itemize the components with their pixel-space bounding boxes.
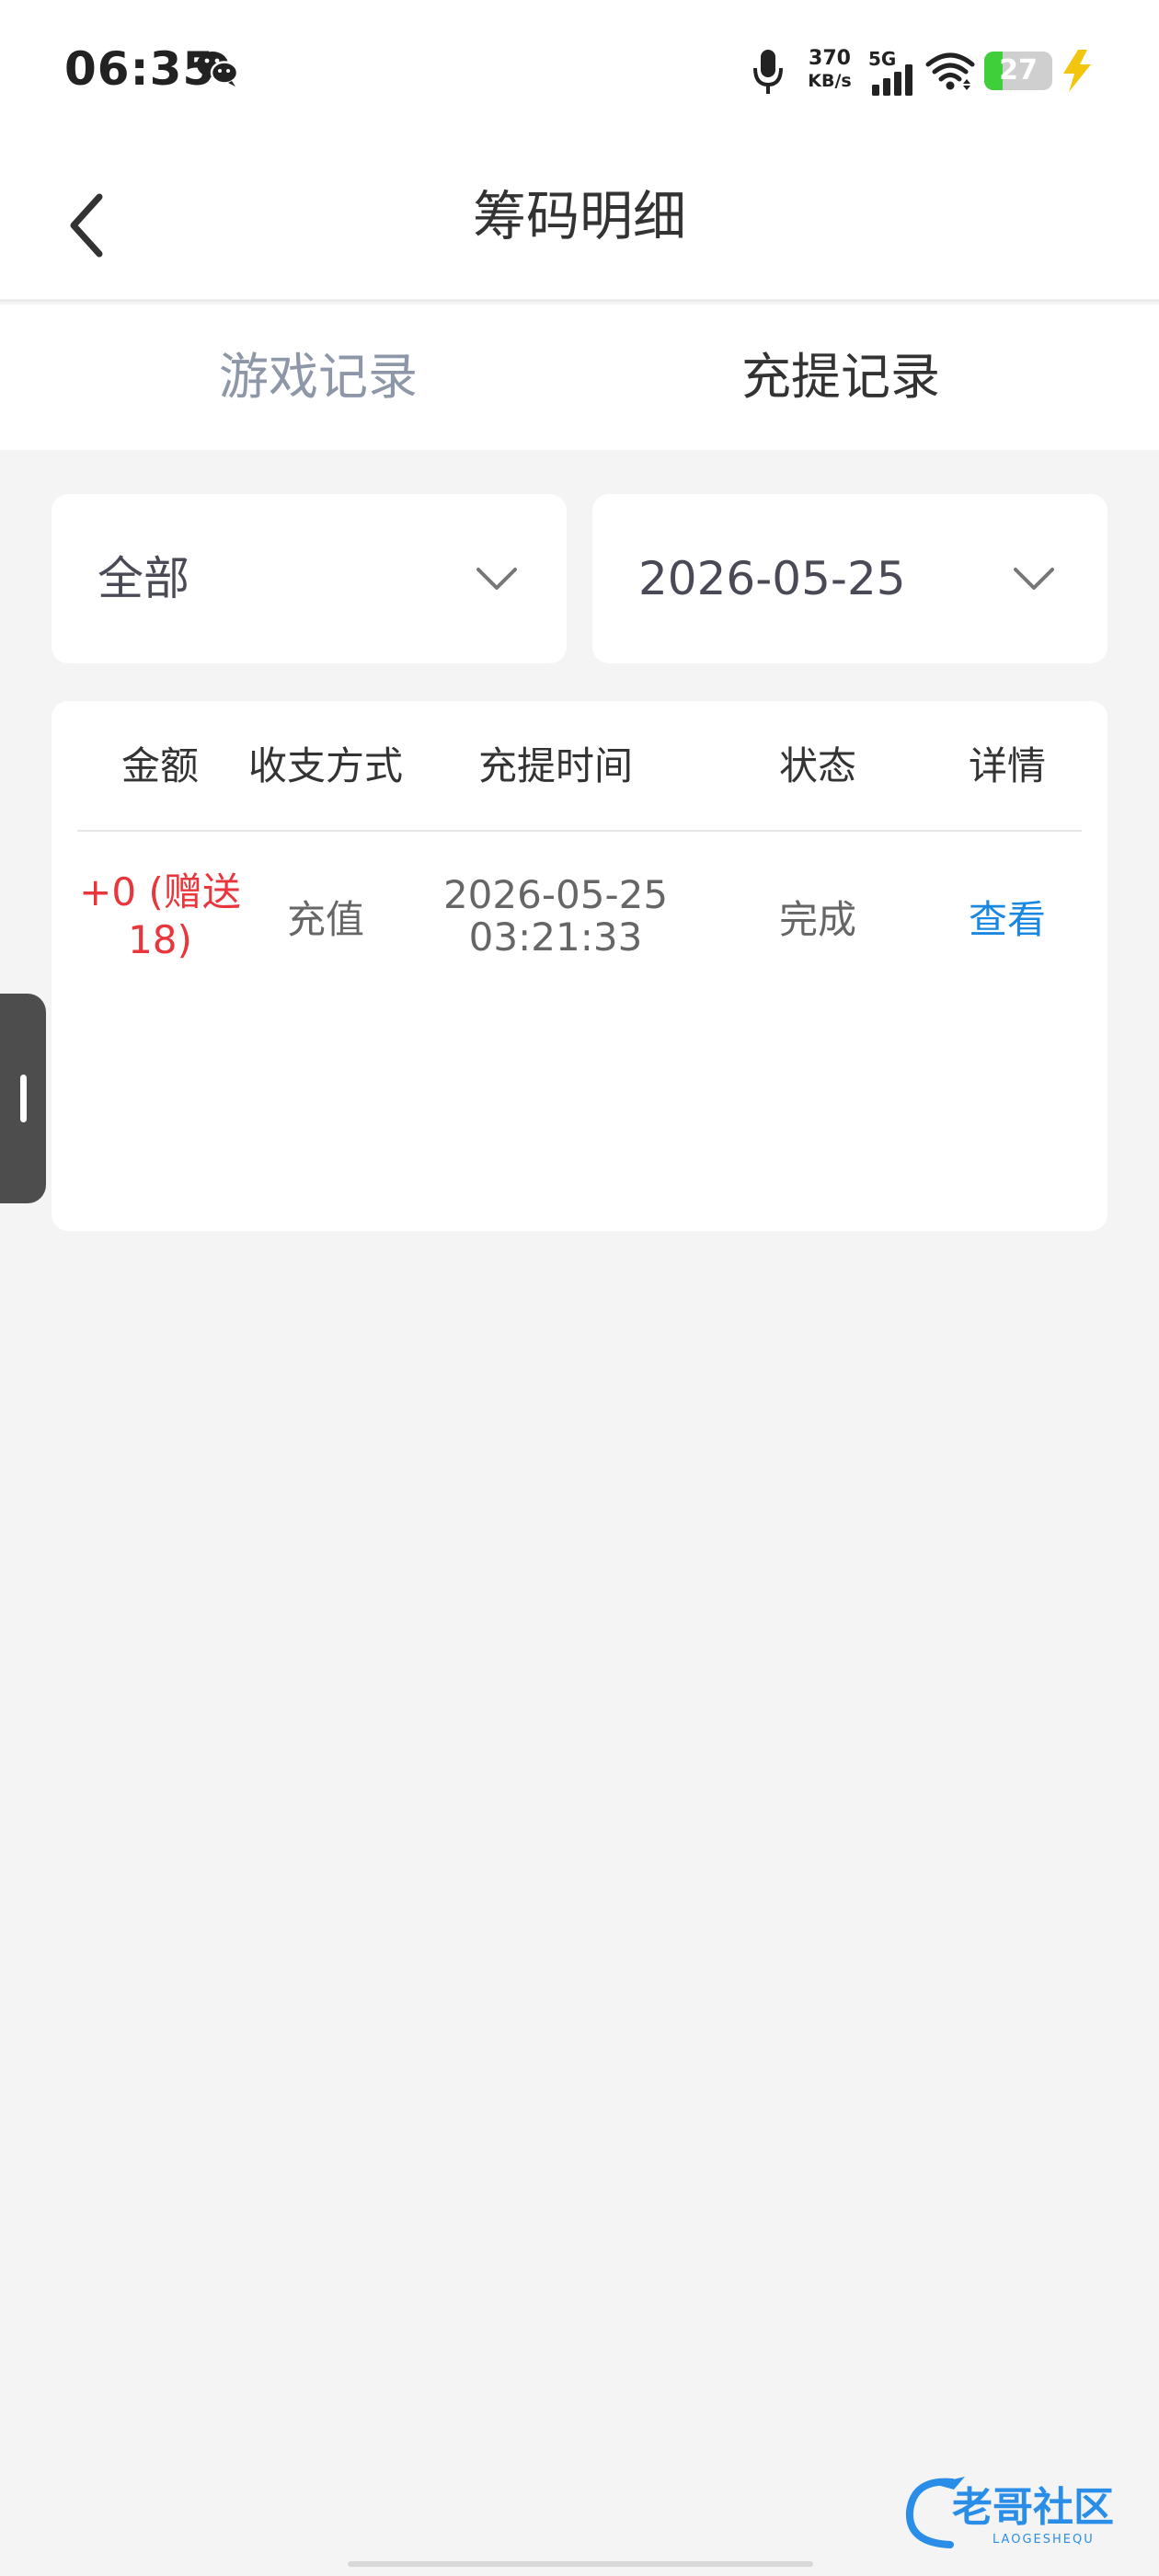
nav-bar: 筹码明细 [0,147,1159,302]
row-time-clock: 03:21:33 [468,914,643,960]
row-time-date: 2026-05-25 [442,872,669,917]
date-filter-dropdown[interactable]: 2026-05-25 [592,494,1107,663]
row-status: 完成 [778,896,856,942]
charging-icon [1063,50,1091,92]
records-card: 金额 收支方式 充提时间 状态 详情 +0 (赠送18) 充值 2026-05-… [52,701,1107,1231]
cellular-signal: 5G [868,48,914,96]
column-header-time: 充提时间 [477,743,633,788]
watermark-subtitle: LAOGESHEQU [993,2533,1095,2547]
status-time: 06:35 [64,42,216,96]
screen: 06:35 370 KB/s 5G 27 筹码明细 游戏记录 充提记录 全部 2… [0,0,1159,2576]
net-speed: 370 KB/s [802,48,857,92]
row-amount: +0 (赠送18) [79,869,241,962]
column-header-method: 收支方式 [247,743,403,788]
net-speed-value: 370 [809,47,851,70]
type-filter-dropdown[interactable]: 全部 [52,494,567,663]
side-handle-grip [20,1075,27,1122]
column-header-amount: 金额 [120,743,199,788]
page-title: 筹码明细 [472,185,686,247]
mic-icon [753,50,783,94]
column-header-detail: 详情 [968,743,1046,788]
view-detail-link[interactable]: 查看 [933,834,1082,999]
watermark-title: 老哥社区 [952,2484,1114,2531]
floating-side-handle[interactable] [0,994,46,1203]
home-indicator [348,2561,813,2567]
signal-icon [872,64,912,96]
wechat-icon [197,52,239,86]
status-bar: 06:35 370 KB/s 5G 27 [0,0,1159,147]
table-header: 金额 收支方式 充提时间 状态 详情 [77,701,1082,832]
chevron-down-icon [476,568,517,590]
row-time: 2026-05-25 03:21:33 [408,834,703,999]
battery-icon: 27 [984,52,1052,90]
battery-level: 27 [999,54,1038,86]
column-header-status: 状态 [778,743,856,788]
tab-recharge-records[interactable]: 充提记录 [611,305,1071,450]
net-speed-unit: KB/s [808,71,852,91]
chevron-down-icon [1014,568,1054,590]
date-filter-value: 2026-05-25 [638,552,906,605]
wifi-icon [925,52,975,90]
watermark-logo: 老哥社区 LAOGESHEQU [905,2477,1114,2548]
row-method: 充值 [286,896,364,942]
tab-game-records[interactable]: 游戏记录 [88,305,548,450]
type-filter-value: 全部 [98,552,189,605]
table-row: +0 (赠送18) 充值 2026-05-25 03:21:33 完成 查看 [77,834,1082,999]
tab-bar: 游戏记录 充提记录 [0,305,1159,450]
